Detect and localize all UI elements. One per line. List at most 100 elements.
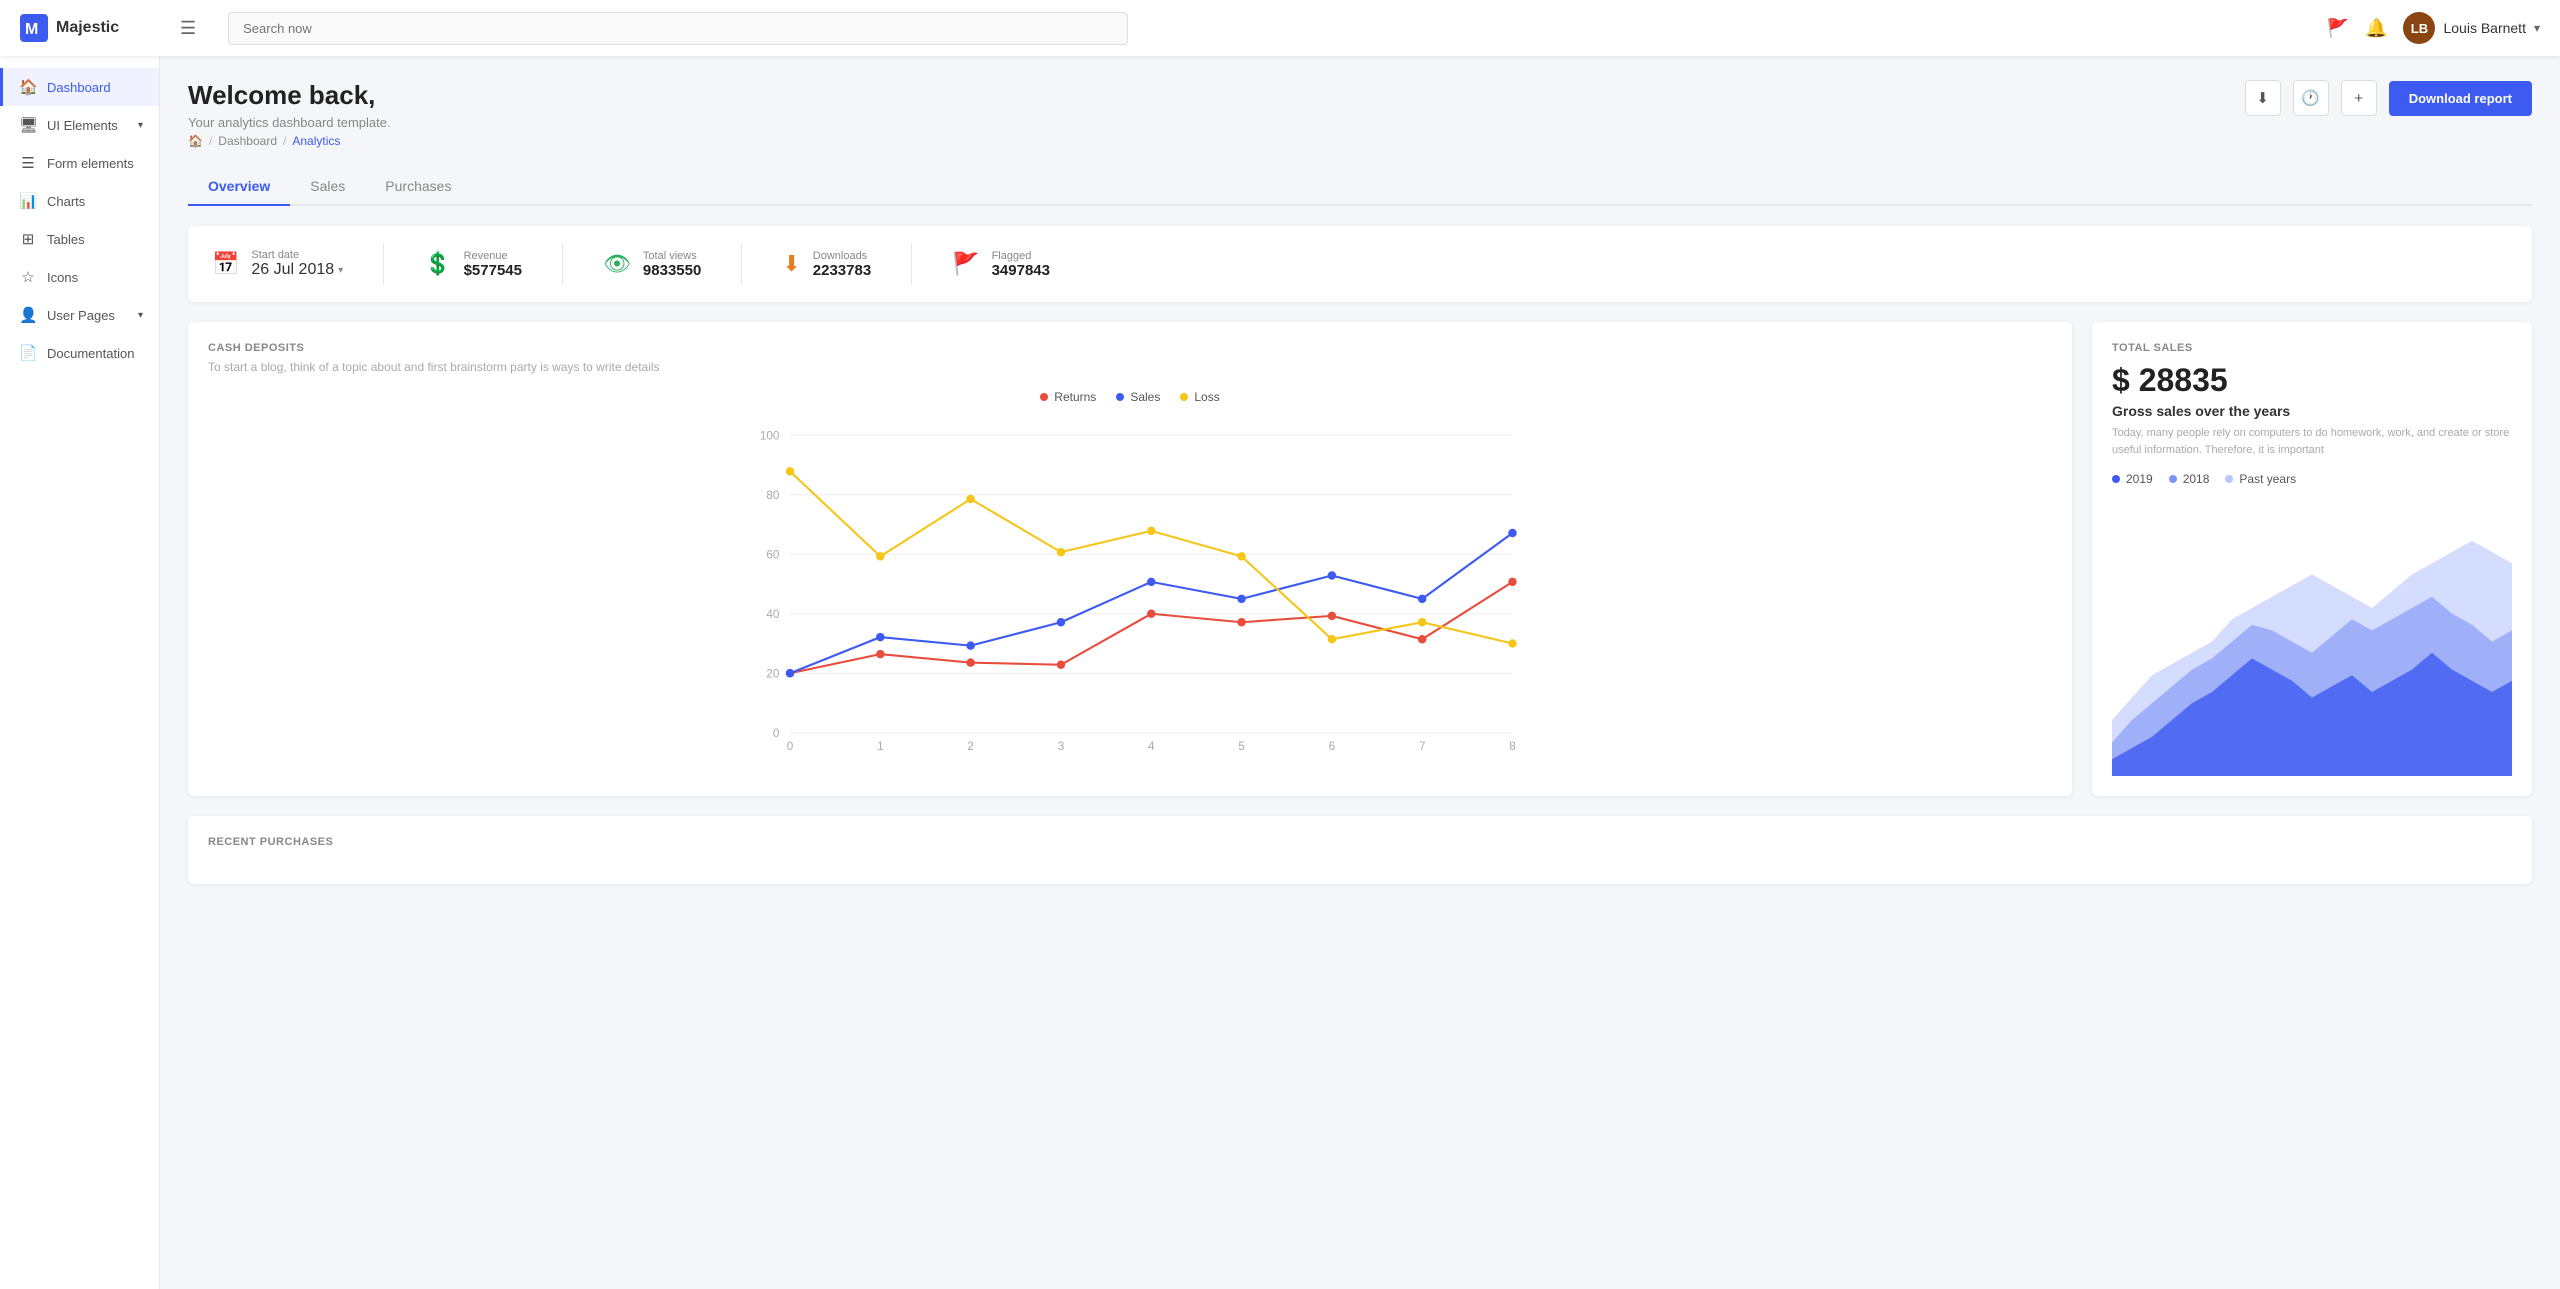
legend-sales: Sales: [1116, 390, 1160, 404]
sidebar-item-dashboard[interactable]: 🏠 Dashboard: [0, 68, 159, 106]
sales-legend: 2019 2018 Past years: [2112, 472, 2512, 486]
date-chevron-icon: ▾: [338, 265, 343, 276]
topbar-right: 🚩 🔔 LB Louis Barnett ▾: [2327, 12, 2540, 44]
area-chart-svg: [2112, 496, 2512, 776]
page-title: Welcome back,: [188, 80, 391, 111]
tab-overview[interactable]: Overview: [188, 168, 290, 206]
stat-views-info: Total views 9833550: [643, 250, 701, 279]
svg-text:60: 60: [766, 549, 779, 562]
svg-text:20: 20: [766, 668, 779, 681]
loss-label: Loss: [1194, 390, 1219, 404]
sidebar-label-tables: Tables: [47, 232, 85, 247]
downloads-icon: ⬇: [782, 251, 800, 277]
breadcrumb: 🏠 / Dashboard / Analytics: [188, 134, 391, 148]
stat-downloads: ⬇ Downloads 2233783: [782, 250, 871, 279]
breadcrumb-parent[interactable]: Dashboard: [218, 134, 277, 148]
sidebar-item-charts[interactable]: 📊 Charts: [0, 182, 159, 220]
hamburger-icon[interactable]: ☰: [180, 18, 196, 39]
charts-icon: 📊: [19, 192, 37, 210]
sidebar-item-user-pages[interactable]: 👤 User Pages ▾: [0, 296, 159, 334]
divider-1: [383, 244, 384, 284]
total-sales-card: TOTAL SALES $ 28835 Gross sales over the…: [2092, 322, 2532, 796]
svg-text:8: 8: [1509, 740, 1516, 753]
breadcrumb-sep1: /: [209, 134, 212, 148]
stat-flagged-info: Flagged 3497843: [992, 250, 1050, 279]
home-breadcrumb-icon: 🏠: [188, 134, 203, 148]
legend-2019: 2019: [2112, 472, 2153, 486]
svg-text:100: 100: [760, 430, 780, 443]
legend-loss: Loss: [1180, 390, 1219, 404]
downloads-label: Downloads: [813, 250, 871, 262]
tables-icon: ⊞: [19, 230, 37, 248]
tab-purchases[interactable]: Purchases: [365, 168, 471, 206]
revenue-icon: 💲: [424, 251, 451, 277]
divider-3: [741, 244, 742, 284]
sidebar-item-icons[interactable]: ☆ Icons: [0, 258, 159, 296]
start-date-value[interactable]: 26 Jul 2018 ▾: [251, 261, 343, 279]
cash-deposits-desc: To start a blog, think of a topic about …: [208, 360, 2052, 374]
recent-purchases-title: RECENT PURCHASES: [208, 836, 2512, 848]
label-past: Past years: [2239, 472, 2296, 486]
tab-sales[interactable]: Sales: [290, 168, 365, 206]
sidebar-item-documentation[interactable]: 📄 Documentation: [0, 334, 159, 372]
flagged-value: 3497843: [992, 262, 1050, 279]
svg-text:2: 2: [967, 740, 974, 753]
sales-label: Sales: [1130, 390, 1160, 404]
area-chart-wrap: [2112, 496, 2512, 776]
sidebar-label-charts: Charts: [47, 194, 85, 209]
svg-text:3: 3: [1058, 740, 1065, 753]
stat-views: 👁 Total views 9833550: [603, 250, 701, 279]
returns-dot: [1040, 393, 1048, 401]
calendar-icon: 📅: [212, 251, 239, 277]
label-2019: 2019: [2126, 472, 2153, 486]
sidebar-label-docs: Documentation: [47, 346, 134, 361]
stat-revenue: 💲 Revenue $577545: [424, 250, 522, 279]
stat-flagged: 🚩 Flagged 3497843: [952, 250, 1050, 279]
topbar: M Majestic ☰ 🚩 🔔 LB Louis Barnett ▾: [0, 0, 2560, 56]
sidebar-item-tables[interactable]: ⊞ Tables: [0, 220, 159, 258]
stats-row: 📅 Start date 26 Jul 2018 ▾ 💲 Revenue $57…: [188, 226, 2532, 302]
icons-icon: ☆: [19, 268, 37, 286]
sidebar-label-form: Form elements: [47, 156, 134, 171]
svg-text:0: 0: [773, 727, 780, 740]
flagged-label: Flagged: [992, 250, 1050, 262]
user-menu[interactable]: LB Louis Barnett ▾: [2403, 12, 2540, 44]
cash-deposits-title: CASH DEPOSITS: [208, 342, 2052, 354]
clock-icon-btn[interactable]: 🕐: [2293, 80, 2329, 116]
charts-row: CASH DEPOSITS To start a blog, think of …: [188, 322, 2532, 796]
chevron-down-icon: ▾: [2534, 21, 2540, 35]
notifications-icon[interactable]: 🔔: [2365, 18, 2387, 39]
total-sales-title: TOTAL SALES: [2112, 342, 2512, 354]
sidebar-item-ui-elements[interactable]: 🖥 UI Elements ▾: [0, 106, 159, 144]
sidebar-label-ui: UI Elements: [47, 118, 118, 133]
sales-subtitle: Gross sales over the years: [2112, 403, 2512, 419]
sales-desc: Today, many people rely on computers to …: [2112, 425, 2512, 458]
tabs: Overview Sales Purchases: [188, 168, 2532, 206]
revenue-label: Revenue: [464, 250, 522, 262]
sales-amount: $ 28835: [2112, 362, 2512, 399]
legend-2018: 2018: [2169, 472, 2210, 486]
search-input[interactable]: [228, 12, 1128, 45]
sidebar-label-dashboard: Dashboard: [47, 80, 111, 95]
download-icon-btn[interactable]: ⬇: [2245, 80, 2281, 116]
logo-icon: M: [20, 14, 48, 42]
start-date-label: Start date: [251, 249, 343, 261]
svg-text:M: M: [25, 21, 38, 38]
breadcrumb-current: Analytics: [292, 134, 340, 148]
sidebar-item-form-elements[interactable]: ☰ Form elements: [0, 144, 159, 182]
flagged-icon: 🚩: [952, 251, 979, 277]
main-layout: 🏠 Dashboard 🖥 UI Elements ▾ ☰ Form eleme…: [0, 56, 2560, 1289]
page-header: Welcome back, Your analytics dashboard t…: [188, 80, 2532, 148]
line-chart-svg: 100 80 60 40 20 0 0 1 2 3 4 5 6: [208, 414, 2052, 754]
breadcrumb-sep2: /: [283, 134, 286, 148]
form-icon: ☰: [19, 154, 37, 172]
line-chart-wrap: 100 80 60 40 20 0 0 1 2 3 4 5 6: [208, 414, 2052, 754]
messages-icon[interactable]: 🚩: [2327, 18, 2349, 39]
svg-text:40: 40: [766, 608, 779, 621]
chart-legend: Returns Sales Loss: [208, 390, 2052, 404]
add-icon-btn[interactable]: +: [2341, 80, 2377, 116]
svg-text:6: 6: [1329, 740, 1336, 753]
download-report-button[interactable]: Download report: [2389, 81, 2532, 116]
divider-2: [562, 244, 563, 284]
svg-text:7: 7: [1419, 740, 1426, 753]
